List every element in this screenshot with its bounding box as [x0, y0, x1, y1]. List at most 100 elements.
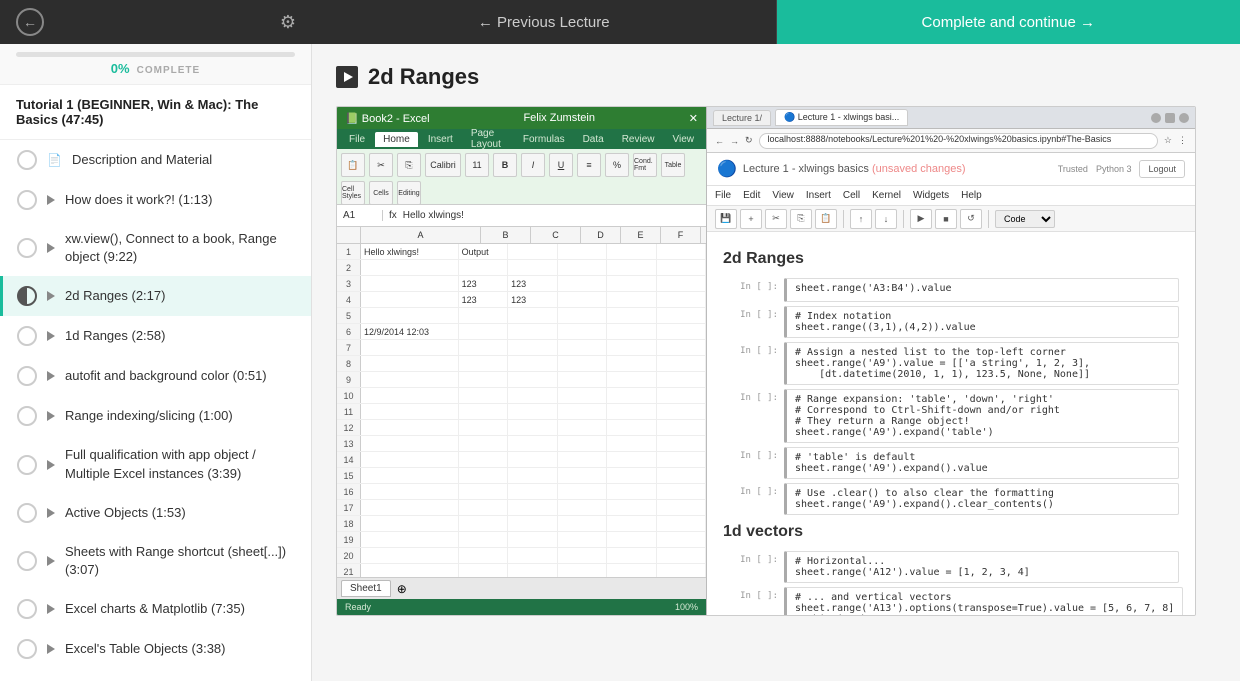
excel-cell[interactable] — [459, 564, 508, 577]
excel-cell[interactable] — [607, 356, 656, 371]
excel-cell[interactable] — [607, 308, 656, 323]
sheet1-tab[interactable]: Sheet1 — [341, 580, 391, 597]
cell-input[interactable]: # 'table' is default sheet.range('A9').e… — [784, 447, 1179, 479]
lesson-item[interactable]: How does it work?! (1:13) — [0, 180, 311, 220]
excel-cell[interactable] — [558, 372, 607, 387]
excel-cell[interactable] — [459, 436, 508, 451]
excel-cell[interactable] — [361, 372, 459, 387]
excel-cell[interactable] — [558, 516, 607, 531]
excel-cell[interactable] — [657, 468, 706, 483]
paste-cell-btn[interactable]: 📋 — [815, 209, 837, 229]
excel-cell[interactable] — [558, 420, 607, 435]
excel-cell[interactable] — [558, 356, 607, 371]
lesson-item[interactable]: Active Objects (1:53) — [0, 493, 311, 533]
excel-cell[interactable] — [607, 372, 656, 387]
menu-insert[interactable]: Insert — [806, 190, 831, 201]
excel-cell[interactable] — [508, 340, 557, 355]
excel-cell[interactable] — [508, 452, 557, 467]
excel-cell[interactable] — [459, 388, 508, 403]
excel-cell[interactable] — [558, 484, 607, 499]
excel-cell[interactable] — [657, 260, 706, 275]
excel-cell[interactable] — [459, 548, 508, 563]
col-e-header[interactable]: E — [621, 227, 661, 243]
cell-input[interactable]: sheet.range('A3:B4').value — [784, 278, 1179, 302]
col-b-header[interactable]: B — [481, 227, 531, 243]
table-row[interactable]: 10 — [337, 388, 706, 404]
excel-cell[interactable] — [459, 532, 508, 547]
excel-cell[interactable] — [558, 532, 607, 547]
url-input[interactable]: localhost:8888/notebooks/Lecture%201%20-… — [759, 133, 1158, 149]
excel-cell[interactable] — [361, 516, 459, 531]
col-d-header[interactable]: D — [581, 227, 621, 243]
excel-cell[interactable] — [508, 484, 557, 499]
menu-widgets[interactable]: Widgets — [913, 190, 949, 201]
excel-cell[interactable] — [607, 484, 656, 499]
lesson-item[interactable]: xw.view(), Connect to a book, Range obje… — [0, 220, 311, 276]
excel-tab-data[interactable]: Data — [575, 132, 612, 147]
excel-cell[interactable] — [607, 388, 656, 403]
excel-cell[interactable] — [361, 276, 459, 291]
excel-cell[interactable] — [508, 516, 557, 531]
excel-cell[interactable] — [558, 452, 607, 467]
menu-help[interactable]: Help — [961, 190, 982, 201]
excel-cell[interactable] — [657, 244, 706, 259]
excel-cell[interactable] — [657, 324, 706, 339]
table-btn[interactable]: Table — [661, 153, 685, 177]
excel-cell[interactable] — [459, 372, 508, 387]
excel-cell[interactable]: 12/9/2014 12:03 — [361, 324, 459, 339]
excel-cell[interactable] — [361, 532, 459, 547]
underline-btn[interactable]: U — [549, 153, 573, 177]
logout-button[interactable]: Logout — [1139, 160, 1185, 178]
excel-cell[interactable] — [607, 324, 656, 339]
excel-cell[interactable] — [361, 420, 459, 435]
notebook-cell[interactable]: In [ ]:# 'table' is default sheet.range(… — [723, 447, 1179, 479]
excel-cell[interactable] — [607, 516, 656, 531]
lesson-item[interactable]: 📄Description and Material — [0, 140, 311, 180]
excel-cell[interactable] — [361, 356, 459, 371]
table-row[interactable]: 14 — [337, 452, 706, 468]
excel-cell[interactable] — [657, 420, 706, 435]
cell-input[interactable]: # ... and vertical vectors sheet.range('… — [784, 587, 1183, 615]
excel-cell[interactable] — [558, 340, 607, 355]
excel-cell[interactable] — [459, 340, 508, 355]
excel-cell[interactable] — [607, 548, 656, 563]
excel-cell[interactable] — [361, 340, 459, 355]
excel-cell[interactable] — [361, 308, 459, 323]
excel-cell[interactable] — [459, 308, 508, 323]
copy-btn[interactable]: ⎘ — [397, 153, 421, 177]
excel-cell[interactable] — [657, 404, 706, 419]
table-row[interactable]: 13 — [337, 436, 706, 452]
align-left-btn[interactable]: ≡ — [577, 153, 601, 177]
excel-cell[interactable] — [657, 500, 706, 515]
excel-cell[interactable] — [607, 420, 656, 435]
move-down-btn[interactable]: ↓ — [875, 209, 897, 229]
menu-cell[interactable]: Cell — [843, 190, 860, 201]
lesson-item[interactable]: Sheets with Range shortcut (sheet[...]) … — [0, 533, 311, 589]
refresh-icon[interactable]: ↻ — [745, 135, 753, 146]
table-row[interactable]: 17 — [337, 500, 706, 516]
excel-cell[interactable] — [508, 404, 557, 419]
excel-cell[interactable] — [459, 420, 508, 435]
fontsize-btn[interactable]: 11 — [465, 153, 489, 177]
table-row[interactable]: 19 — [337, 532, 706, 548]
lesson-item[interactable]: Excel charts & Matplotlib (7:35) — [0, 589, 311, 629]
excel-cell[interactable] — [361, 452, 459, 467]
lesson-item[interactable]: Full qualification with app object / Mul… — [0, 436, 311, 492]
excel-cell[interactable] — [558, 260, 607, 275]
notebook-cell[interactable]: In [ ]:sheet.range('A3:B4').value — [723, 278, 1179, 302]
excel-cell[interactable] — [607, 452, 656, 467]
menu-view[interactable]: View — [772, 190, 794, 201]
lesson-item[interactable]: Range indexing/slicing (1:00) — [0, 396, 311, 436]
cell-input[interactable]: # Use .clear() to also clear the formatt… — [784, 483, 1179, 515]
interrupt-btn[interactable]: ■ — [935, 209, 957, 229]
back-nav-icon[interactable]: ← — [715, 136, 724, 146]
excel-cell[interactable] — [607, 404, 656, 419]
excel-cell[interactable] — [558, 244, 607, 259]
menu-kernel[interactable]: Kernel — [872, 190, 901, 201]
copy-cell-btn[interactable]: ⎘ — [790, 209, 812, 229]
excel-cell[interactable] — [558, 276, 607, 291]
cell-styles-btn[interactable]: Cell Styles — [341, 181, 365, 205]
excel-cell[interactable] — [459, 516, 508, 531]
notebook-cell[interactable]: In [ ]:# Index notation sheet.range((3,1… — [723, 306, 1179, 338]
excel-cell[interactable] — [361, 564, 459, 577]
